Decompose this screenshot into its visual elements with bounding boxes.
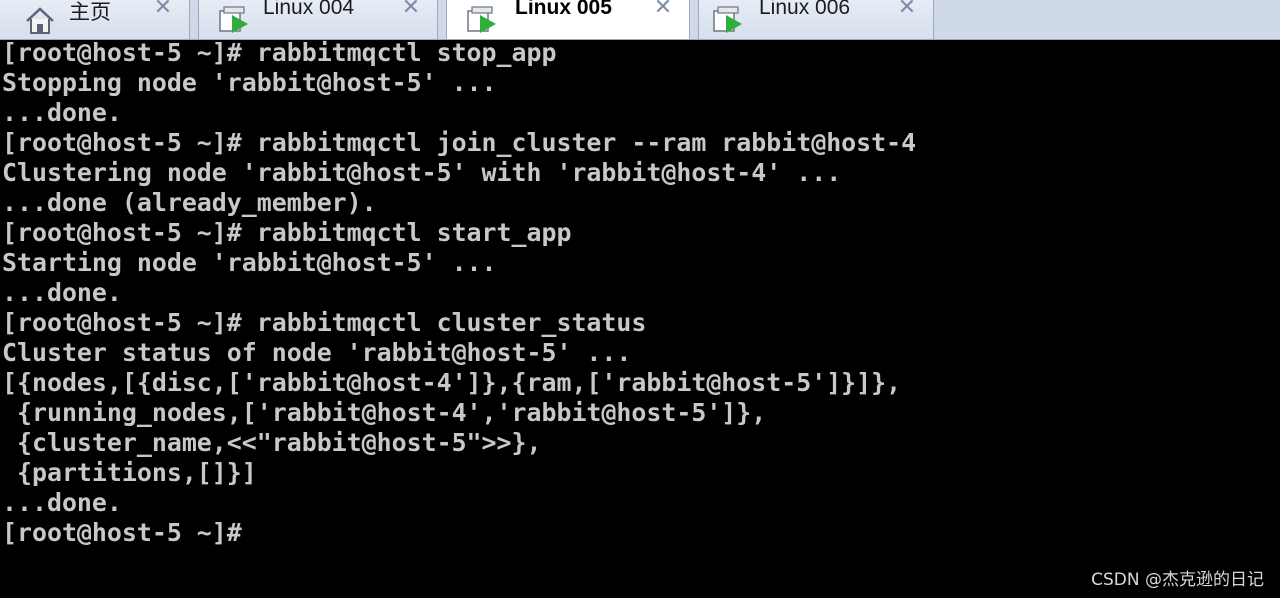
terminal-line: ...done. xyxy=(2,278,122,307)
terminal-line: Clustering node 'rabbit@host-5' with 'ra… xyxy=(2,158,842,187)
terminal-line: [root@host-5 ~]# rabbitmqctl cluster_sta… xyxy=(2,308,647,337)
watermark: CSDN @杰克逊的日记 xyxy=(1091,570,1264,590)
tab-home-label: 主页 xyxy=(69,1,111,24)
close-icon[interactable]: ✕ xyxy=(151,0,175,20)
close-icon[interactable]: ✕ xyxy=(399,0,423,20)
vm-play-icon xyxy=(711,5,745,35)
tab-linux-006-label: Linux 006 xyxy=(759,0,851,19)
terminal-line: {cluster_name,<<"rabbit@host-5">>}, xyxy=(2,428,542,457)
tab-linux-005[interactable]: Linux 005 ✕ xyxy=(446,0,690,39)
terminal-line: Stopping node 'rabbit@host-5' ... xyxy=(2,68,497,97)
terminal-line: [{nodes,[{disc,['rabbit@host-4']},{ram,[… xyxy=(2,368,902,397)
terminal-line: [root@host-5 ~]# rabbitmqctl stop_app xyxy=(2,40,557,67)
terminal-prompt[interactable]: [root@host-5 ~]# xyxy=(2,518,242,548)
vm-play-icon xyxy=(217,5,251,35)
tab-linux-005-label: Linux 005 xyxy=(515,0,612,19)
terminal-line: {running_nodes,['rabbit@host-4','rabbit@… xyxy=(2,398,767,427)
home-icon xyxy=(23,5,57,35)
terminal-line: [root@host-5 ~]# rabbitmqctl join_cluste… xyxy=(2,128,917,157)
terminal-line: [root@host-5 ~]# rabbitmqctl start_app xyxy=(2,218,572,247)
terminal-line: ...done (already_member). xyxy=(2,188,377,217)
vm-play-icon xyxy=(465,5,499,35)
terminal-line: ...done. xyxy=(2,98,122,127)
terminal-console[interactable]: [root@host-5 ~]# rabbitmqctl stop_app St… xyxy=(0,40,1280,598)
tab-linux-006[interactable]: Linux 006 ✕ xyxy=(698,0,934,39)
terminal-line: Cluster status of node 'rabbit@host-5' .… xyxy=(2,338,632,367)
tab-linux-004[interactable]: Linux 004 ✕ xyxy=(198,0,438,39)
tab-home[interactable]: 主页 ✕ xyxy=(0,0,190,39)
terminal-line: Starting node 'rabbit@host-5' ... xyxy=(2,248,497,277)
terminal-line: {partitions,[]}] xyxy=(2,458,257,487)
close-icon[interactable]: ✕ xyxy=(895,0,919,20)
tab-linux-004-label: Linux 004 xyxy=(263,0,355,19)
close-icon[interactable]: ✕ xyxy=(651,0,675,20)
tab-bar: 主页 ✕ Linux 004 ✕ Linux 005 ✕ Linux 006 ✕ xyxy=(0,0,1280,40)
terminal-line: ...done. xyxy=(2,488,122,517)
